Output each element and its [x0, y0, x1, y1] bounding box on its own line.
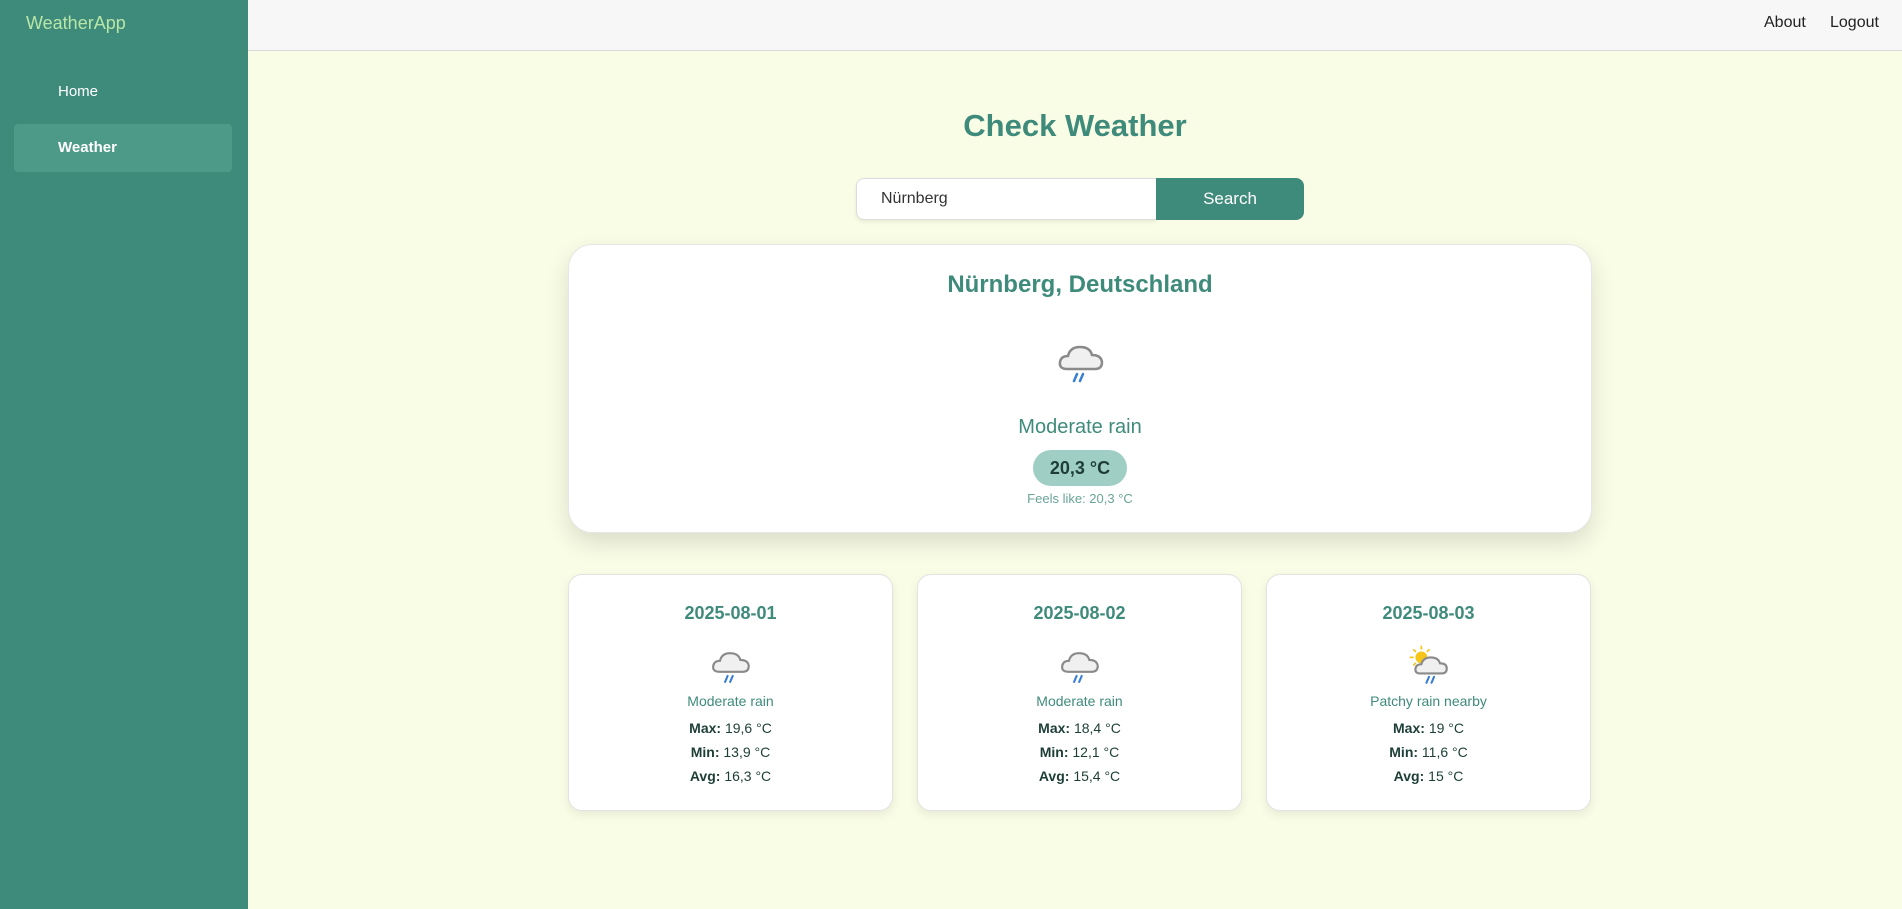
about-link[interactable]: About: [1764, 14, 1806, 32]
min-label: Min:: [1039, 744, 1069, 760]
avg-label: Avg:: [1038, 768, 1070, 784]
forecast-min: Min: 12,1 °C: [918, 744, 1241, 760]
avg-label: Avg:: [689, 768, 721, 784]
logout-link[interactable]: Logout: [1830, 14, 1879, 32]
rain-cloud-icon: [1061, 652, 1099, 683]
forecast-avg: Avg: 16,3 °C: [569, 768, 892, 784]
forecast-min: Min: 11,6 °C: [1267, 744, 1590, 760]
avg-value: 15,4 °C: [1073, 768, 1121, 784]
max-label: Max:: [689, 720, 722, 736]
max-value: 18,4 °C: [1073, 720, 1121, 736]
max-value: 19 °C: [1428, 720, 1464, 736]
forecast-max: Max: 19,6 °C: [569, 720, 892, 736]
feels-like-text: Feels like: 20,3 °C: [1027, 491, 1133, 506]
forecast-date: 2025-08-01: [684, 603, 777, 623]
min-value: 11,6 °C: [1421, 744, 1468, 760]
sidebar: WeatherApp Home Weather: [0, 0, 248, 909]
forecast-date: 2025-08-03: [1382, 603, 1475, 623]
max-value: 19,6 °C: [724, 720, 772, 736]
max-label: Max:: [1393, 720, 1425, 736]
forecast-card: 2025-08-01 Moderate rain Max: 19,6 °C Mi…: [568, 574, 893, 811]
avg-label: Avg:: [1393, 768, 1425, 784]
rain-cloud-icon: [1058, 345, 1104, 383]
forecast-condition: Moderate rain: [1036, 693, 1123, 709]
sun-rain-cloud-icon: [1409, 645, 1448, 684]
search-button[interactable]: Search: [1156, 178, 1304, 220]
temperature-badge: 20,3 °C: [1033, 450, 1127, 486]
sidebar-item-weather[interactable]: Weather: [14, 124, 232, 172]
min-value: 12,1 °C: [1072, 744, 1120, 760]
forecast-date: 2025-08-02: [1033, 603, 1126, 623]
rain-cloud-icon: [712, 652, 750, 683]
forecast-max: Max: 18,4 °C: [918, 720, 1241, 736]
page-title: Check Weather: [963, 108, 1187, 143]
avg-value: 15 °C: [1428, 768, 1464, 784]
max-label: Max:: [1038, 720, 1071, 736]
city-search-input[interactable]: [856, 178, 1156, 220]
top-navbar: About Logout: [248, 0, 1902, 51]
forecast-avg: Avg: 15 °C: [1267, 768, 1590, 784]
forecast-condition: Patchy rain nearby: [1370, 693, 1487, 709]
current-condition: Moderate rain: [1018, 416, 1142, 438]
forecast-avg: Avg: 15,4 °C: [918, 768, 1241, 784]
avg-value: 16,3 °C: [724, 768, 772, 784]
forecast-card: 2025-08-02 Moderate rain Max: 18,4 °C Mi…: [917, 574, 1242, 811]
forecast-condition: Moderate rain: [687, 693, 774, 709]
min-label: Min:: [690, 744, 720, 760]
location-title: Nürnberg, Deutschland: [947, 271, 1213, 298]
sidebar-item-home[interactable]: Home: [14, 68, 232, 116]
forecast-min: Min: 13,9 °C: [569, 744, 892, 760]
forecast-max: Max: 19 °C: [1267, 720, 1590, 736]
min-value: 13,9 °C: [723, 744, 771, 760]
app-brand[interactable]: WeatherApp: [26, 13, 126, 34]
min-label: Min:: [1389, 744, 1419, 760]
current-weather-card: Nürnberg, Deutschland Moderate rain 20,3…: [568, 244, 1592, 533]
forecast-card: 2025-08-03 Patchy rain nearby Max: 19 °C…: [1266, 574, 1591, 811]
